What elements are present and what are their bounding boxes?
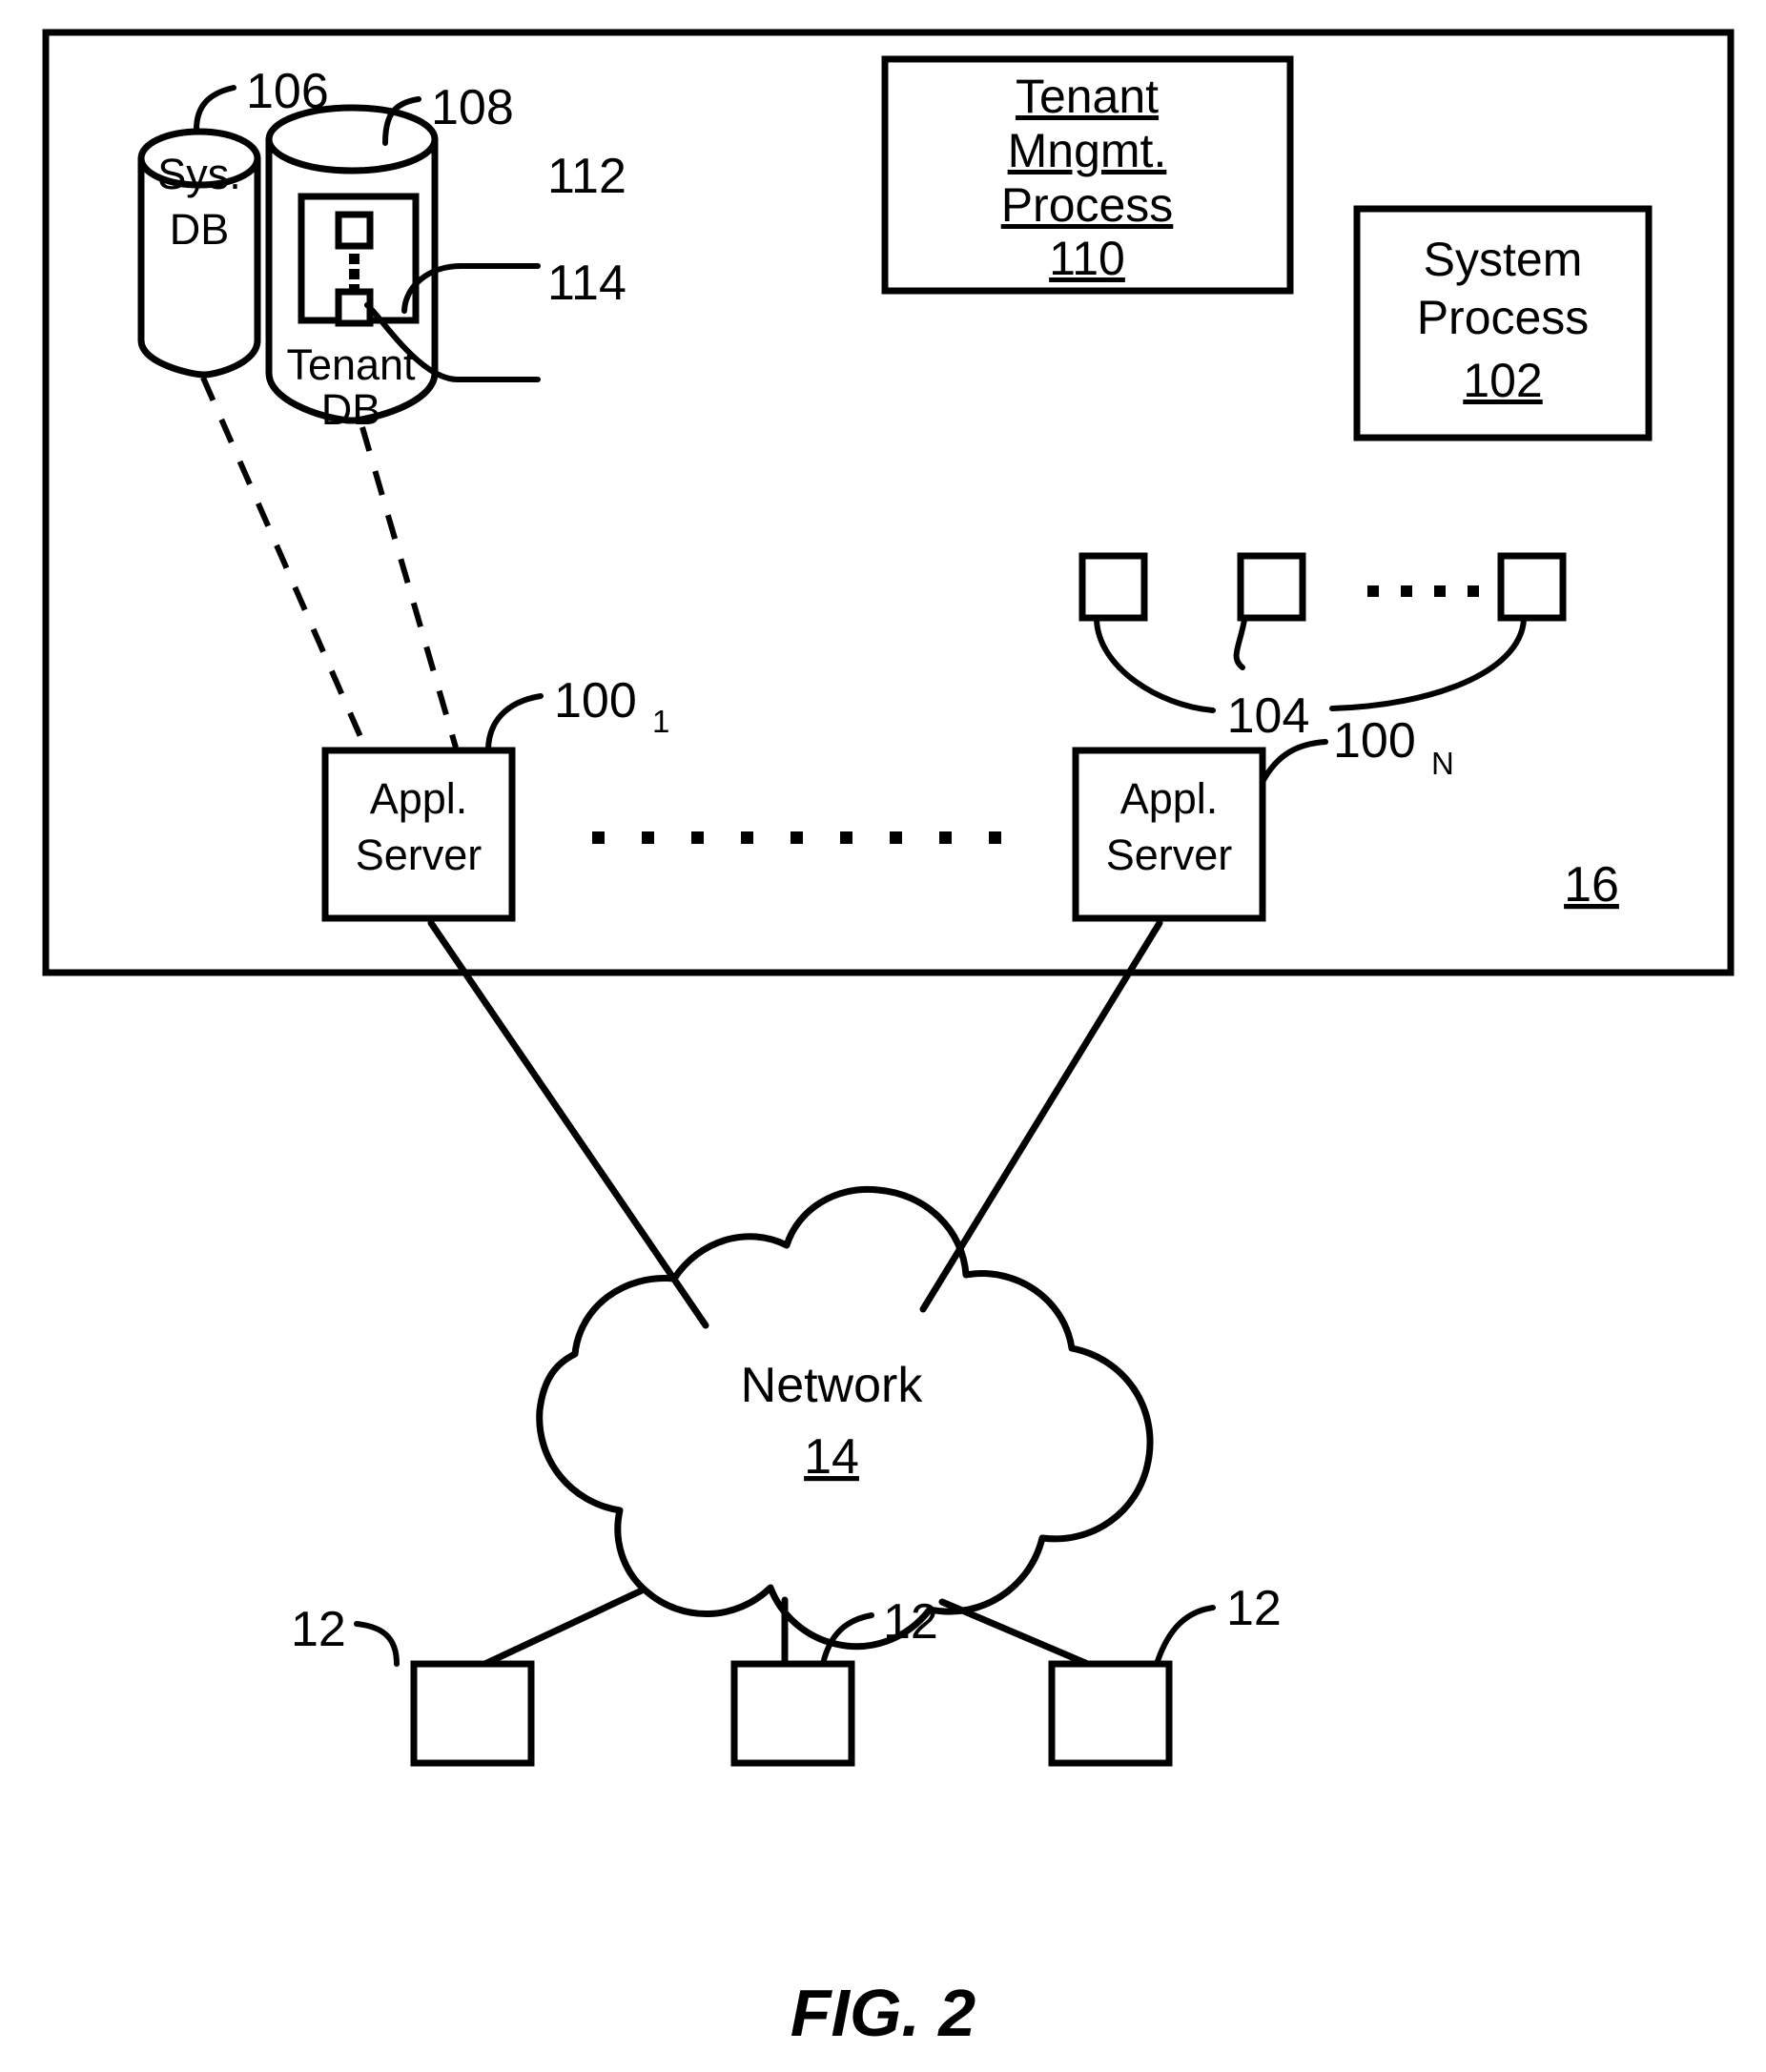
tenant-storage-square-2 <box>1237 552 1306 622</box>
ref-114: 114 <box>547 256 626 311</box>
app-server-n-label-line1: Appl. <box>1120 774 1219 823</box>
system-process-line-2: Process <box>1417 291 1590 344</box>
app-server-1-label-line2: Server <box>356 831 483 879</box>
ref-12-client-1: 12 <box>291 1602 346 1657</box>
ref-100-1-subscript: 1 <box>652 704 669 739</box>
ref-16: 16 <box>1564 857 1619 913</box>
ref-14: 14 <box>804 1429 859 1485</box>
tenant-storage-square-3 <box>1497 552 1567 622</box>
tenant-data-item-top <box>335 211 374 250</box>
network-cloud-shape <box>536 1185 1154 1651</box>
tenant-mgmt-line-1: Tenant <box>1016 70 1159 123</box>
ref-102: 102 <box>1463 354 1542 407</box>
tenant-item-ellipsis <box>349 254 359 295</box>
app-server-n-label-line2: Server <box>1106 831 1233 879</box>
client-3-box <box>1048 1660 1173 1767</box>
sys-db-label-line2: DB <box>170 205 230 254</box>
client-1-leader-line <box>354 1621 400 1667</box>
tenant-data-item <box>335 288 374 327</box>
ref-12-client-3: 12 <box>1226 1581 1282 1636</box>
tenant-db-label-line2: DB <box>321 385 381 434</box>
tenant-mgmt-line-3: Process <box>1001 178 1174 232</box>
ref-104: 104 <box>1227 688 1310 744</box>
ref-100-n-subscript: N <box>1431 746 1454 781</box>
app-server-1-label-line1: Appl. <box>370 774 468 823</box>
ref-108: 108 <box>431 80 514 135</box>
ref-112: 112 <box>547 149 626 204</box>
sys-db-label-line1: Sys. <box>157 150 241 198</box>
network-to-client-3-line <box>938 1598 1100 1672</box>
network-label: Network <box>741 1358 924 1413</box>
client-3-leader-line <box>1155 1605 1216 1664</box>
app-server-ellipsis <box>592 831 1001 844</box>
client-2-leader-line <box>820 1612 874 1667</box>
app-server-1-to-network-line <box>427 919 709 1329</box>
system-process-line-1: System <box>1424 233 1583 286</box>
tenant-db-label-line1: Tenant <box>286 340 416 389</box>
figure-canvas: Sys. DB 106 108 112 114 Tenant DB Tenant… <box>42 29 1735 2050</box>
ref-12-client-2: 12 <box>883 1594 938 1650</box>
ref-110: 110 <box>1049 232 1125 285</box>
tenant-storage-square-1 <box>1078 552 1148 622</box>
client-2-box <box>730 1660 855 1767</box>
tenant-mgmt-line-2: Mngmt. <box>1008 124 1167 177</box>
ref-100-1: 100 <box>554 673 637 728</box>
ref-100-n: 100 <box>1333 713 1416 769</box>
network-to-client-1-line <box>473 1587 646 1672</box>
figure-caption: FIG. 2 <box>791 1976 976 2050</box>
patent-figure-2: Sys. DB 106 108 112 114 Tenant DB Tenant… <box>0 0 1766 2072</box>
client-1-box <box>410 1660 535 1767</box>
